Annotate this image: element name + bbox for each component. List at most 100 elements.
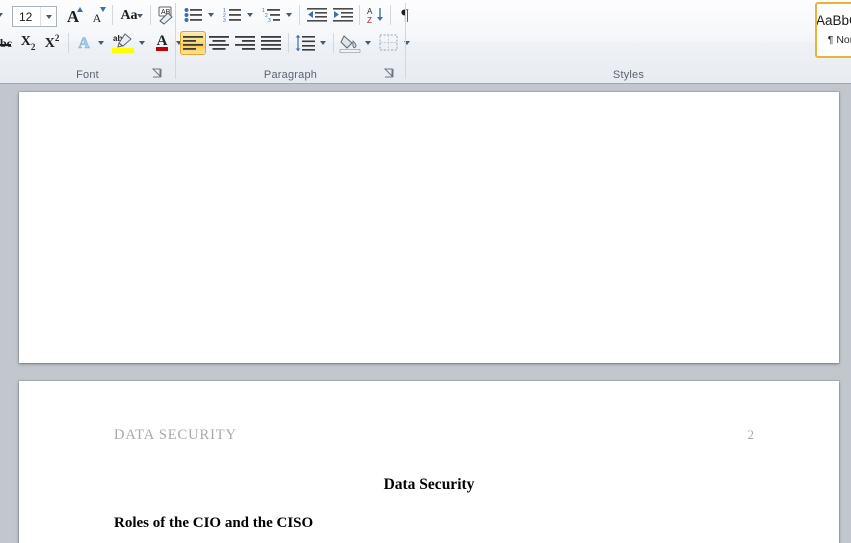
superscript-sup-icon: 2 [54, 33, 60, 43]
toolbar-separator [359, 5, 360, 25]
text-highlight-color-button[interactable]: ab [110, 31, 136, 55]
justify-button[interactable] [258, 31, 284, 55]
numbered-list-icon: 1 2 3 [223, 8, 241, 23]
justify-icon [261, 36, 281, 50]
font-name-dropdown-arrow[interactable] [0, 3, 6, 27]
styles-gallery[interactable]: AaBbCcDc¶ NormalAaBbCcDc¶ No Spaci...AaB… [815, 2, 851, 58]
grow-font-arrow-icon [77, 7, 83, 12]
strikethrough-icon: abc [0, 35, 12, 50]
header-title: DATA SECURITY [114, 427, 237, 443]
document-body: Roles of the CIO and the CISO Role of th… [114, 515, 769, 543]
bullets-dropdown-arrow[interactable] [205, 3, 217, 27]
align-right-icon [235, 36, 255, 50]
ribbon-group-styles: AaBbCcDc¶ NormalAaBbCcDc¶ No Spaci...AaB… [406, 0, 851, 83]
font-dialog-launcher[interactable] [151, 67, 163, 79]
font-size-dropdown-arrow[interactable] [40, 7, 56, 26]
change-case-button[interactable]: Aa [117, 3, 147, 27]
ribbon: 12 A A Aa AB bc X 2 X 2 A ab A Font 1 2 … [0, 0, 851, 84]
shrink-font-button[interactable]: A [85, 3, 109, 27]
increase-indent-button[interactable] [330, 3, 356, 27]
highlighter-icon: ab [112, 33, 134, 53]
chevron-down-icon [139, 41, 145, 45]
svg-text:A: A [367, 7, 373, 16]
styles-group-label: Styles [612, 69, 645, 81]
decrease-indent-icon [307, 8, 327, 22]
chevron-down-icon [98, 41, 104, 45]
text-effects-dropdown-arrow[interactable] [95, 31, 107, 55]
document-title: Data Security [383, 476, 475, 493]
chevron-down-icon [0, 13, 3, 17]
text-highlight-dropdown-arrow[interactable] [136, 31, 148, 55]
align-center-button[interactable] [206, 31, 232, 55]
shading-button[interactable] [338, 31, 362, 55]
toolbar-separator [390, 5, 391, 25]
paragraph-group-label: Paragraph [263, 69, 318, 81]
line-spacing-dropdown-arrow[interactable] [317, 31, 329, 55]
style-sample-text: AaBbCcDc [815, 13, 851, 28]
subscript-button[interactable]: X 2 [16, 31, 40, 55]
chevron-down-icon [45, 14, 52, 19]
multilevel-list-icon: 1 2 3 [262, 8, 280, 23]
svg-text:3: 3 [268, 18, 271, 23]
subscript-sub-icon: 2 [30, 42, 36, 52]
style-name-label: ¶ Normal [827, 34, 851, 47]
sort-button[interactable]: A Z [364, 3, 388, 27]
strikethrough-line-icon [0, 44, 11, 46]
paint-bucket-icon [339, 35, 361, 53]
grow-font-button[interactable]: A [61, 3, 85, 27]
chevron-down-icon [247, 13, 253, 17]
document-page-2[interactable]: DATA SECURITY 2 Data Security Roles of t… [19, 381, 839, 543]
superscript-button[interactable]: X 2 [40, 31, 64, 55]
align-right-button[interactable] [232, 31, 258, 55]
ribbon-group-font: 12 A A Aa AB bc X 2 X 2 A ab A Font [0, 0, 182, 83]
paragraph-dialog-launcher[interactable] [383, 67, 395, 79]
sort-az-icon: A Z [367, 7, 383, 24]
chevron-down-icon [137, 14, 143, 18]
bullet-list-icon [184, 8, 202, 22]
document-canvas[interactable]: DATA SECURITY 2 Data Security Roles of t… [0, 84, 851, 543]
align-left-icon [183, 36, 203, 50]
numbering-button[interactable]: 1 2 3 [220, 3, 244, 27]
line-spacing-icon [295, 35, 315, 51]
borders-button[interactable] [377, 31, 401, 55]
toolbar-separator [288, 33, 289, 53]
superscript-icon: X [44, 36, 55, 51]
shrink-font-icon: A [92, 11, 102, 25]
word-application-window: 12 A A Aa AB bc X 2 X 2 A ab A Font 1 2 … [0, 0, 851, 543]
font-color-button[interactable]: A [151, 31, 173, 55]
page-header: DATA SECURITY 2 [114, 427, 754, 444]
chevron-down-icon [208, 13, 214, 17]
toolbar-separator [112, 5, 113, 25]
font-color-swatch [156, 47, 168, 51]
align-left-button[interactable] [180, 31, 206, 55]
style-item[interactable]: AaBbCcDc ¶ Normal [815, 2, 851, 58]
page-number: 2 [747, 427, 755, 442]
line-spacing-button[interactable] [293, 31, 317, 55]
subscript-icon: X [20, 34, 31, 49]
bullets-button[interactable] [181, 3, 205, 27]
svg-text:Z: Z [367, 16, 372, 24]
toolbar-separator [150, 5, 151, 25]
strikethrough-button[interactable]: abc [0, 31, 15, 55]
ribbon-group-paragraph: 1 2 3 1 2 3 A Z Paragraph [176, 0, 410, 83]
font-group-label: Font [76, 69, 99, 81]
decrease-indent-button[interactable] [304, 3, 330, 27]
shrink-font-arrow-icon [100, 7, 106, 12]
borders-icon [379, 34, 398, 51]
text-effects-button[interactable]: A [73, 31, 95, 55]
heading-roles: Roles of the CIO and the CISO [114, 515, 314, 531]
chevron-down-icon [286, 13, 292, 17]
font-size-value: 12 [19, 9, 33, 24]
multilevel-list-dropdown-arrow[interactable] [283, 3, 295, 27]
increase-indent-icon [333, 8, 353, 22]
change-case-icon: Aa [120, 8, 138, 23]
shading-dropdown-arrow[interactable] [362, 31, 374, 55]
font-size-input[interactable]: 12 [12, 6, 57, 27]
align-center-icon [209, 36, 229, 50]
chevron-down-icon [365, 41, 371, 45]
document-page-1[interactable] [19, 92, 839, 363]
toolbar-separator [333, 33, 334, 53]
multilevel-list-button[interactable]: 1 2 3 [259, 3, 283, 27]
numbering-dropdown-arrow[interactable] [244, 3, 256, 27]
clear-formatting-icon: AB [158, 6, 173, 25]
